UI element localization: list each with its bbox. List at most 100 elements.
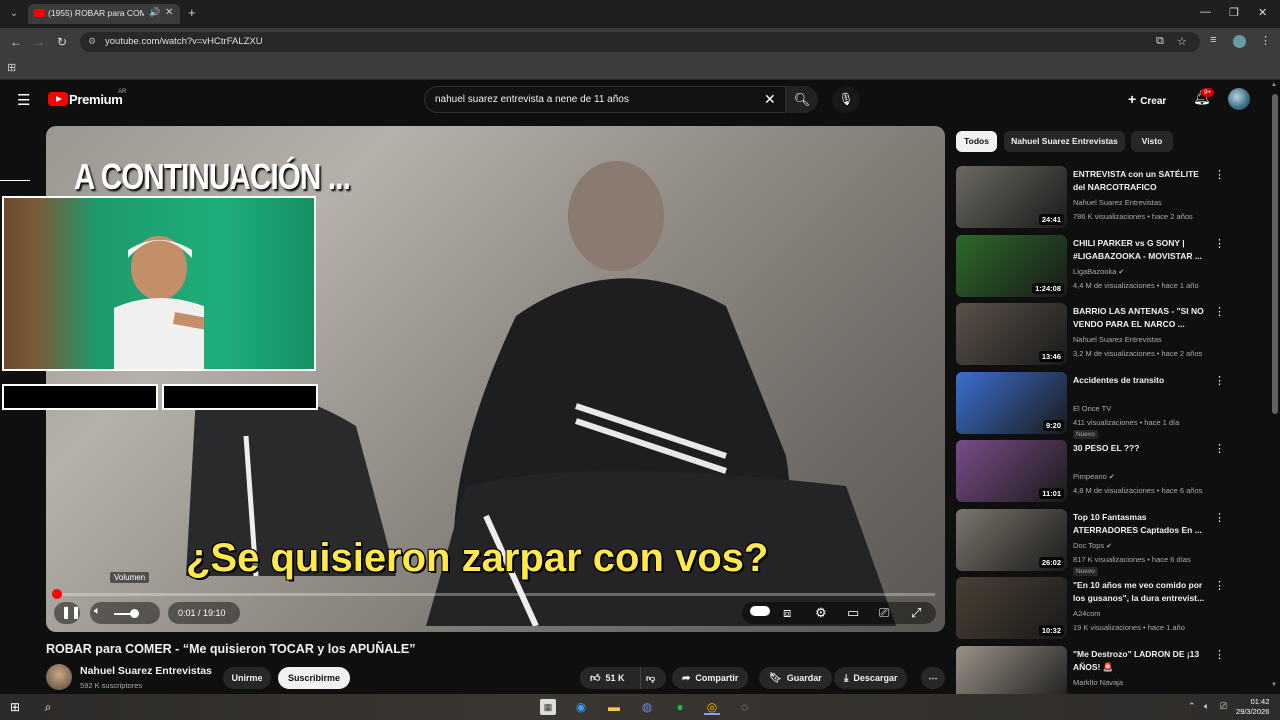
- chip-todos[interactable]: Todos: [956, 131, 997, 152]
- recommendation-title[interactable]: Top 10 Fantasmas ATERRADORES Captados En…: [1073, 511, 1211, 537]
- tab-search-icon[interactable]: ⌄: [6, 6, 22, 22]
- omnibox[interactable]: ⚙ youtube.com/watch?v=vHCtrFALZXU ⧉ ☆: [80, 32, 1200, 52]
- video-thumbnail[interactable]: 13:46: [956, 303, 1067, 365]
- search-button[interactable]: 🔍︎: [786, 86, 818, 113]
- more-options-icon[interactable]: ⋮: [1214, 648, 1225, 661]
- youtube-brand[interactable]: Premium: [69, 92, 123, 107]
- video-thumbnail[interactable]: 26:02: [956, 508, 1067, 571]
- progress-bar[interactable]: [52, 589, 935, 599]
- recommendation-item[interactable]: 24:41 ENTREVISTA con un SATÉLITE del NARC…: [956, 166, 1270, 230]
- autoplay-toggle[interactable]: [750, 606, 770, 616]
- settings-gear-icon[interactable]: ⚙: [815, 605, 827, 621]
- page-scrollbar[interactable]: ▲ ▼: [1270, 80, 1280, 694]
- store-icon[interactable]: ▦: [540, 699, 556, 715]
- join-button[interactable]: Unirme: [223, 667, 271, 689]
- file-explorer-icon[interactable]: ▬: [606, 699, 622, 715]
- recommendation-channel[interactable]: Nahuel Suarez Entrevistas: [1073, 335, 1162, 344]
- hamburger-menu-icon[interactable]: ☰: [17, 91, 30, 109]
- network-tray-icon[interactable]: ⎚: [1220, 701, 1227, 712]
- recommendation-channel[interactable]: LigaBazooka ✔: [1073, 267, 1124, 276]
- more-options-icon[interactable]: ⋮: [1214, 168, 1225, 181]
- speaker-tray-icon[interactable]: 🔈︎: [1204, 701, 1209, 712]
- voice-search-button[interactable]: 🎙︎: [832, 86, 860, 113]
- cast-icon[interactable]: ⎚: [879, 605, 889, 621]
- video-thumbnail[interactable]: 11:01: [956, 440, 1067, 502]
- edge-icon[interactable]: ◉: [573, 699, 589, 715]
- minimize-icon[interactable]: —: [1200, 6, 1211, 18]
- more-options-icon[interactable]: ⋮: [1214, 579, 1225, 592]
- recommendation-item[interactable]: 11:01 30 PESO EL ??? Pimpeano ✔ 4,8 M de vis…: [956, 440, 1270, 504]
- video-thumbnail[interactable]: 9:20: [956, 371, 1067, 434]
- recommendation-item[interactable]: 10:32 "En 10 años me veo comido por los g…: [956, 577, 1270, 641]
- recommendation-title[interactable]: Accidentes de transito: [1073, 374, 1211, 387]
- speaker-icon[interactable]: 🔊: [149, 7, 160, 18]
- video-thumbnail[interactable]: 1:24:08: [956, 234, 1067, 297]
- scroll-down-icon[interactable]: ▼: [1271, 682, 1277, 688]
- bookmark-star-icon[interactable]: ☆: [1177, 35, 1187, 48]
- recommendation-channel[interactable]: Pimpeano ✔: [1073, 472, 1115, 481]
- scroll-up-icon[interactable]: ▲: [1271, 82, 1277, 88]
- browser-menu-icon[interactable]: ⋮: [1260, 34, 1271, 47]
- create-button[interactable]: + Crear: [1128, 91, 1166, 107]
- more-actions-button[interactable]: ⋯: [921, 667, 945, 689]
- recommendation-item[interactable]: 1:24:08 CHILI PARKER vs G SONY | #LIGABAZ…: [956, 234, 1270, 299]
- maximize-icon[interactable]: ❐: [1229, 6, 1239, 19]
- new-tab-icon[interactable]: +: [188, 6, 196, 20]
- share-button[interactable]: ➦ Compartir: [672, 667, 749, 689]
- dislike-icon[interactable]: 👎︎: [646, 667, 655, 689]
- chip-visto[interactable]: Visto: [1131, 131, 1173, 152]
- search-input[interactable]: nahuel suarez entrevista a nene de 11 añ…: [424, 86, 786, 113]
- recommendation-channel[interactable]: El Once TV: [1073, 404, 1111, 413]
- tray-chevron-icon[interactable]: ⌃: [1188, 701, 1196, 712]
- chrome-icon[interactable]: ◎: [704, 699, 720, 715]
- more-options-icon[interactable]: ⋮: [1214, 511, 1225, 524]
- fullscreen-icon[interactable]: ⤢: [911, 605, 921, 621]
- clear-search-icon[interactable]: ✕: [764, 91, 776, 108]
- recommendation-item[interactable]: 13:46 BARRIO LAS ANTENAS - "SI NO VENDO P…: [956, 303, 1270, 367]
- app-icon[interactable]: ◌: [737, 699, 753, 715]
- recommendation-item[interactable]: 9:20 Accidentes de transito El Once TV 411 …: [956, 371, 1270, 439]
- recommendation-channel[interactable]: Marklto Navaja: [1073, 678, 1123, 687]
- recommendation-title[interactable]: BARRIO LAS ANTENAS - "SI NO VENDO PARA E…: [1073, 305, 1211, 331]
- browser-tab[interactable]: (1955) ROBAR para COMER 🔊 ✕: [28, 4, 180, 24]
- install-app-icon[interactable]: ⧉: [1156, 35, 1164, 48]
- more-options-icon[interactable]: ⋮: [1214, 442, 1225, 455]
- forward-icon[interactable]: →: [33, 35, 45, 49]
- spotify-icon[interactable]: ●: [672, 699, 688, 715]
- like-count[interactable]: 51 K: [605, 673, 624, 683]
- pause-icon[interactable]: ❚❚: [61, 605, 81, 619]
- chip-channel[interactable]: Nahuel Suarez Entrevistas: [1004, 131, 1125, 152]
- recommendation-title[interactable]: "En 10 años me veo comido por los gusano…: [1073, 579, 1211, 605]
- youtube-logo-icon[interactable]: [48, 92, 68, 106]
- more-options-icon[interactable]: ⋮: [1214, 305, 1225, 318]
- profile-icon[interactable]: [1233, 35, 1246, 48]
- recommendation-channel[interactable]: A24com: [1073, 609, 1101, 618]
- recommendation-title[interactable]: CHILI PARKER vs G SONY | #LIGABAZOOKA - …: [1073, 237, 1211, 263]
- recommendation-title[interactable]: 30 PESO EL ???: [1073, 442, 1211, 455]
- channel-name[interactable]: Nahuel Suarez Entrevistas: [80, 665, 212, 677]
- site-info-icon[interactable]: ⚙: [88, 36, 96, 47]
- more-options-icon[interactable]: ⋮: [1214, 374, 1225, 387]
- recommendation-item[interactable]: 26:02 Top 10 Fantasmas ATERRADORES Captad…: [956, 508, 1270, 576]
- apps-grid-icon[interactable]: ⊞: [7, 61, 16, 74]
- progress-scrubber[interactable]: [52, 589, 62, 599]
- more-options-icon[interactable]: ⋮: [1214, 237, 1225, 250]
- like-icon[interactable]: 👍︎: [590, 673, 600, 684]
- discord-icon[interactable]: ◍: [639, 699, 655, 715]
- reading-list-icon[interactable]: ≡: [1210, 34, 1216, 46]
- account-avatar[interactable]: [1228, 88, 1250, 110]
- recommendation-title[interactable]: "Me Destrozo" LADRON DE ¡13 AÑOS! 🚨: [1073, 648, 1211, 674]
- miniplayer-icon[interactable]: ▭: [847, 605, 859, 621]
- start-icon[interactable]: ⊞: [7, 699, 23, 715]
- subtitles-icon[interactable]: ⧈: [783, 605, 791, 621]
- scroll-thumb[interactable]: [1272, 94, 1278, 414]
- recommendation-channel[interactable]: Doc Tops ✔: [1073, 541, 1112, 550]
- subscribe-button[interactable]: Suscribirme: [278, 667, 350, 689]
- window-close-icon[interactable]: ✕: [1258, 6, 1267, 19]
- reload-icon[interactable]: ↻: [57, 35, 67, 49]
- save-button[interactable]: 🔖︎ Guardar: [759, 667, 832, 689]
- tab-close-icon[interactable]: ✕: [165, 7, 173, 18]
- taskbar-clock[interactable]: 01:42 29/3/2026: [1236, 697, 1269, 717]
- video-thumbnail[interactable]: 24:41: [956, 166, 1067, 228]
- recommendation-channel[interactable]: Nahuel Suarez Entrevistas: [1073, 198, 1162, 207]
